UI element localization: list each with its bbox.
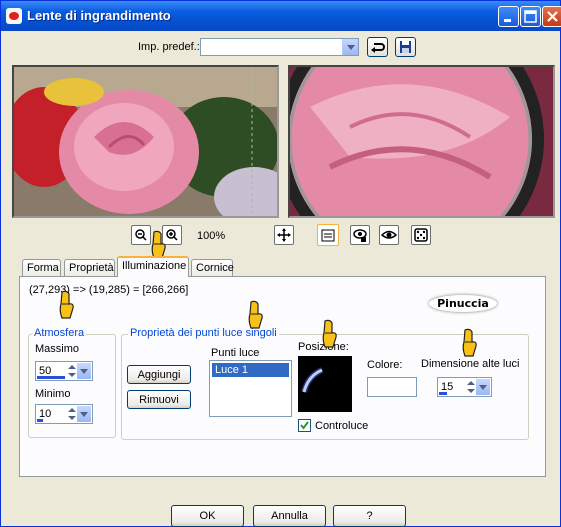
checkmark-icon [300,421,309,430]
dice-icon [414,228,428,242]
maximize-icon [524,10,537,23]
auto-proof-button[interactable] [379,225,399,245]
punti-luce-label: Punti luce [211,347,260,359]
controluce-label: Controluce [315,420,369,432]
title-bar[interactable]: Lente di ingrandimento [1,1,561,31]
preset-combo[interactable] [200,38,359,56]
minimo-level-bar [37,419,43,422]
light-position-preview [301,367,324,393]
tab-forma[interactable]: Forma [22,259,61,276]
randomize-button[interactable] [411,225,431,245]
pointing-hand-icon [322,319,337,348]
list-view-icon [321,229,335,242]
pointing-hand-icon [248,300,263,329]
close-icon [547,11,558,22]
rose-image-magnified [290,67,553,216]
spin-arrows-icon[interactable] [66,363,77,379]
massimo-label: Massimo [35,343,80,355]
spin-arrows-icon[interactable] [66,406,77,422]
original-preview[interactable] [12,65,279,218]
preset-save-button[interactable] [395,37,416,57]
minimize-icon [504,19,511,22]
magnified-preview[interactable] [288,65,555,218]
minimo-spinner[interactable]: 10 [35,404,93,424]
pan-button[interactable] [274,225,294,245]
rose-image-original [14,67,277,216]
rimuovi-button[interactable]: Rimuovi [127,390,191,409]
maximize-button[interactable] [520,6,541,27]
move-arrows-icon [277,228,291,242]
coordinates-readout: (27,293) => (19,285) = [266,266] [29,284,189,296]
chevron-down-icon[interactable] [476,379,490,395]
app-icon [6,8,22,24]
dimensione-label: Dimensione alte luci [421,358,520,370]
eye-hand-icon [353,229,367,242]
dimensione-spinner[interactable]: 15 [437,377,492,397]
chevron-down-icon[interactable] [77,363,91,379]
tab-illuminazione[interactable]: Illuminazione [117,256,189,277]
author-logo: Pinuccia [429,295,497,312]
list-item[interactable]: Luce 1 [212,363,289,377]
toggle-preview-button[interactable] [317,224,339,246]
proof-button[interactable] [350,225,370,245]
tab-cornice[interactable]: Cornice [191,259,234,276]
ok-button[interactable]: OK [171,505,244,527]
massimo-level-bar [37,376,65,379]
close-button[interactable] [542,6,561,27]
pointing-hand-icon [462,328,477,357]
chevron-down-icon[interactable] [342,39,358,55]
zoom-level: 100% [197,230,226,242]
undo-arrow-icon [371,43,385,53]
spin-arrows-icon[interactable] [465,379,476,395]
posizione-picker[interactable] [298,356,352,412]
colore-label: Colore: [367,359,403,371]
punti-luce-list[interactable]: Luce 1 [209,360,292,417]
dialog-window: Lente di ingrandimento Imp. predef.: 100… [0,0,561,527]
atmosfera-title: Atmosfera [32,327,87,339]
help-button[interactable]: ? [333,505,406,527]
pointing-hand-icon [59,290,74,319]
window-title: Lente di ingrandimento [27,8,171,23]
tab-proprieta[interactable]: Proprietà [64,259,115,276]
minimize-button[interactable] [498,6,519,27]
controluce-checkbox[interactable] [298,419,311,432]
massimo-spinner[interactable]: 50 [35,361,93,381]
dimensione-level-bar [439,392,447,395]
preset-undo-button[interactable] [367,37,388,57]
preset-label: Imp. predef.: [138,41,200,53]
eye-icon [380,230,398,239]
chevron-down-icon[interactable] [77,406,91,422]
annulla-button[interactable]: Annulla [253,505,326,527]
aggiungi-button[interactable]: Aggiungi [127,365,191,384]
minimo-label: Minimo [35,388,71,400]
save-disk-icon [400,41,411,53]
colore-swatch[interactable] [367,377,417,397]
